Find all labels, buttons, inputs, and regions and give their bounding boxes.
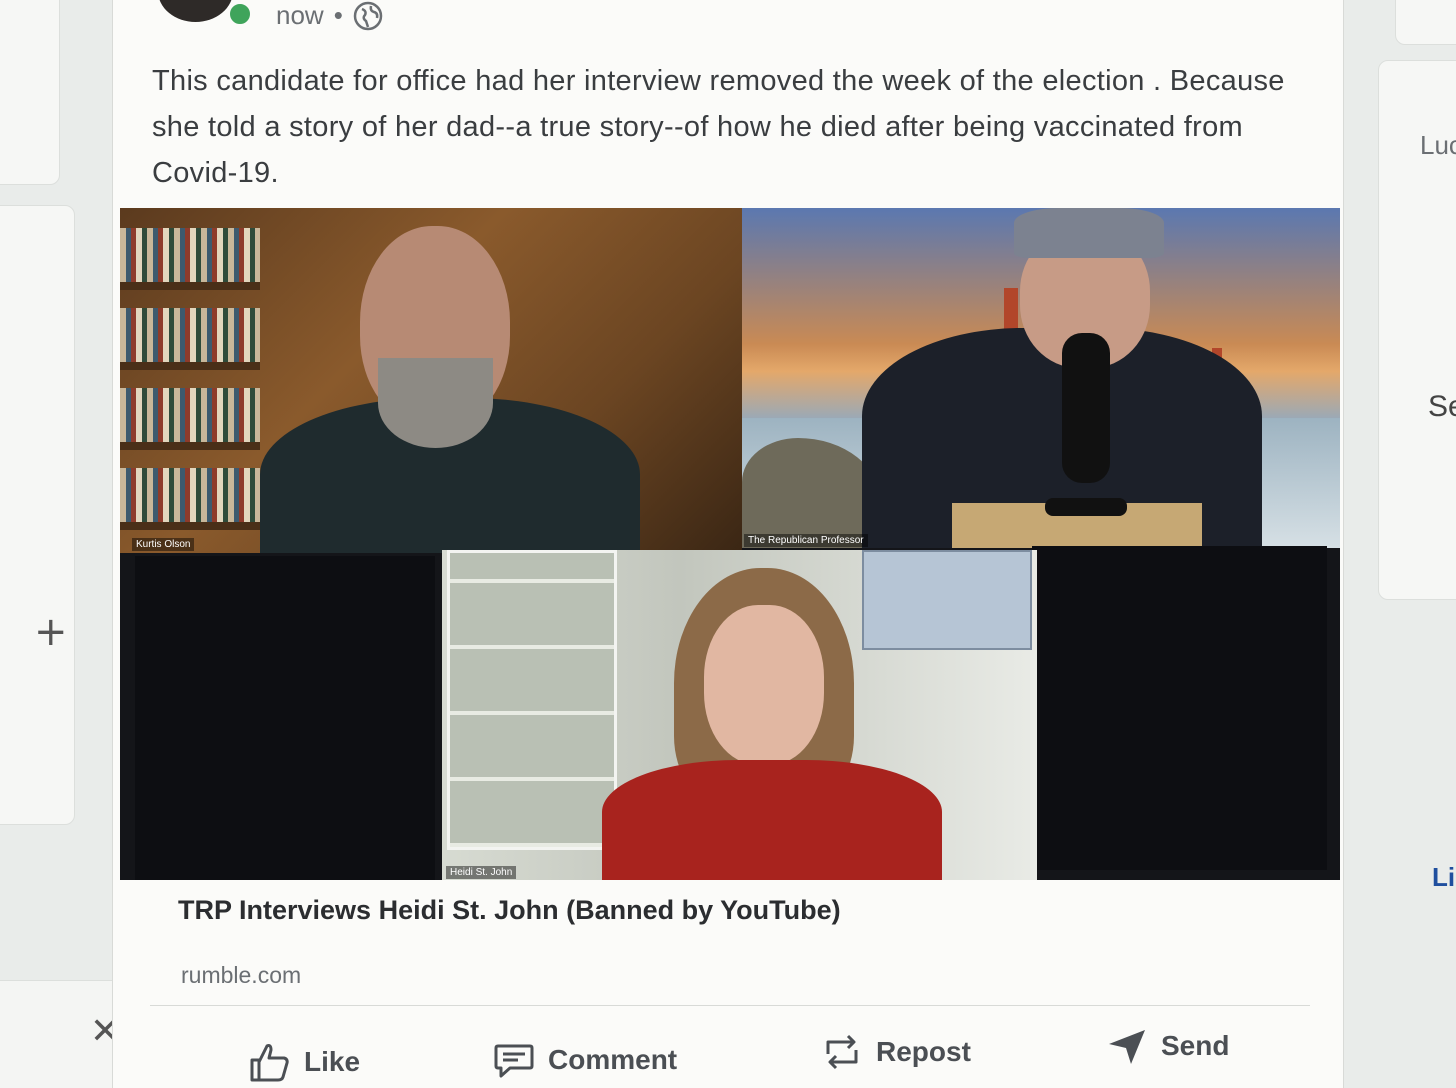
- participant-name: Kurtis Olson: [132, 538, 195, 551]
- video-tile: Kurtis Olson: [120, 208, 742, 553]
- comment-icon: [494, 1044, 534, 1078]
- right-card: [1395, 0, 1456, 45]
- repost-icon: [826, 1034, 858, 1070]
- participant-name: The Republican Professor: [744, 534, 868, 547]
- comment-button[interactable]: Comment: [492, 1038, 677, 1082]
- post-text: This candidate for office had her interv…: [152, 65, 1285, 189]
- comment-label: Comment: [548, 1044, 678, 1075]
- bookshelf: [120, 308, 260, 370]
- right-sidebar-text: Se: [1428, 390, 1456, 423]
- like-label: Like: [304, 1046, 361, 1077]
- right-sidebar-link[interactable]: Li: [1432, 862, 1455, 893]
- video-tile: The Republican Professor: [742, 208, 1340, 548]
- participant-figure: [1014, 208, 1164, 258]
- post-meta: now •: [276, 0, 383, 31]
- globe-icon: [353, 1, 383, 30]
- send-icon: [1109, 1030, 1145, 1064]
- like-button[interactable]: Like: [248, 1040, 360, 1084]
- video-thumbnail[interactable]: Kurtis Olson The Republican Professor He…: [120, 208, 1340, 880]
- thumbs-up-icon: [250, 1044, 289, 1082]
- send-button[interactable]: Send: [1105, 1024, 1229, 1068]
- repost-label: Repost: [876, 1036, 971, 1067]
- wall-map: [862, 550, 1032, 650]
- microphone-stand: [1045, 498, 1127, 516]
- bookshelf: [120, 468, 260, 530]
- microphone: [1062, 333, 1110, 483]
- video-tile-empty: [135, 556, 435, 880]
- video-title[interactable]: TRP Interviews Heidi St. John (Banned by…: [178, 895, 841, 926]
- online-status-icon: [226, 0, 254, 28]
- bookshelf: [120, 228, 260, 290]
- participant-figure: [602, 760, 942, 880]
- repost-button[interactable]: Repost: [820, 1030, 971, 1074]
- video-domain[interactable]: rumble.com: [181, 962, 301, 989]
- left-card: [0, 205, 75, 825]
- left-card: [0, 0, 60, 185]
- post-timestamp: now: [276, 0, 324, 30]
- right-sidebar-text: Luc: [1420, 130, 1456, 160]
- video-tile-empty: [1032, 546, 1327, 870]
- post-actions: Like Comment Repost Send: [240, 1022, 1250, 1082]
- window: [447, 550, 617, 850]
- plus-icon[interactable]: +: [34, 612, 68, 652]
- send-label: Send: [1161, 1030, 1230, 1061]
- meta-separator: •: [333, 0, 343, 30]
- participant-name: Heidi St. John: [446, 866, 517, 879]
- participant-figure: [704, 605, 824, 765]
- divider: [150, 1005, 1310, 1006]
- participant-figure: [378, 358, 493, 448]
- bookshelf: [120, 388, 260, 450]
- video-tile: Heidi St. John: [442, 550, 1037, 880]
